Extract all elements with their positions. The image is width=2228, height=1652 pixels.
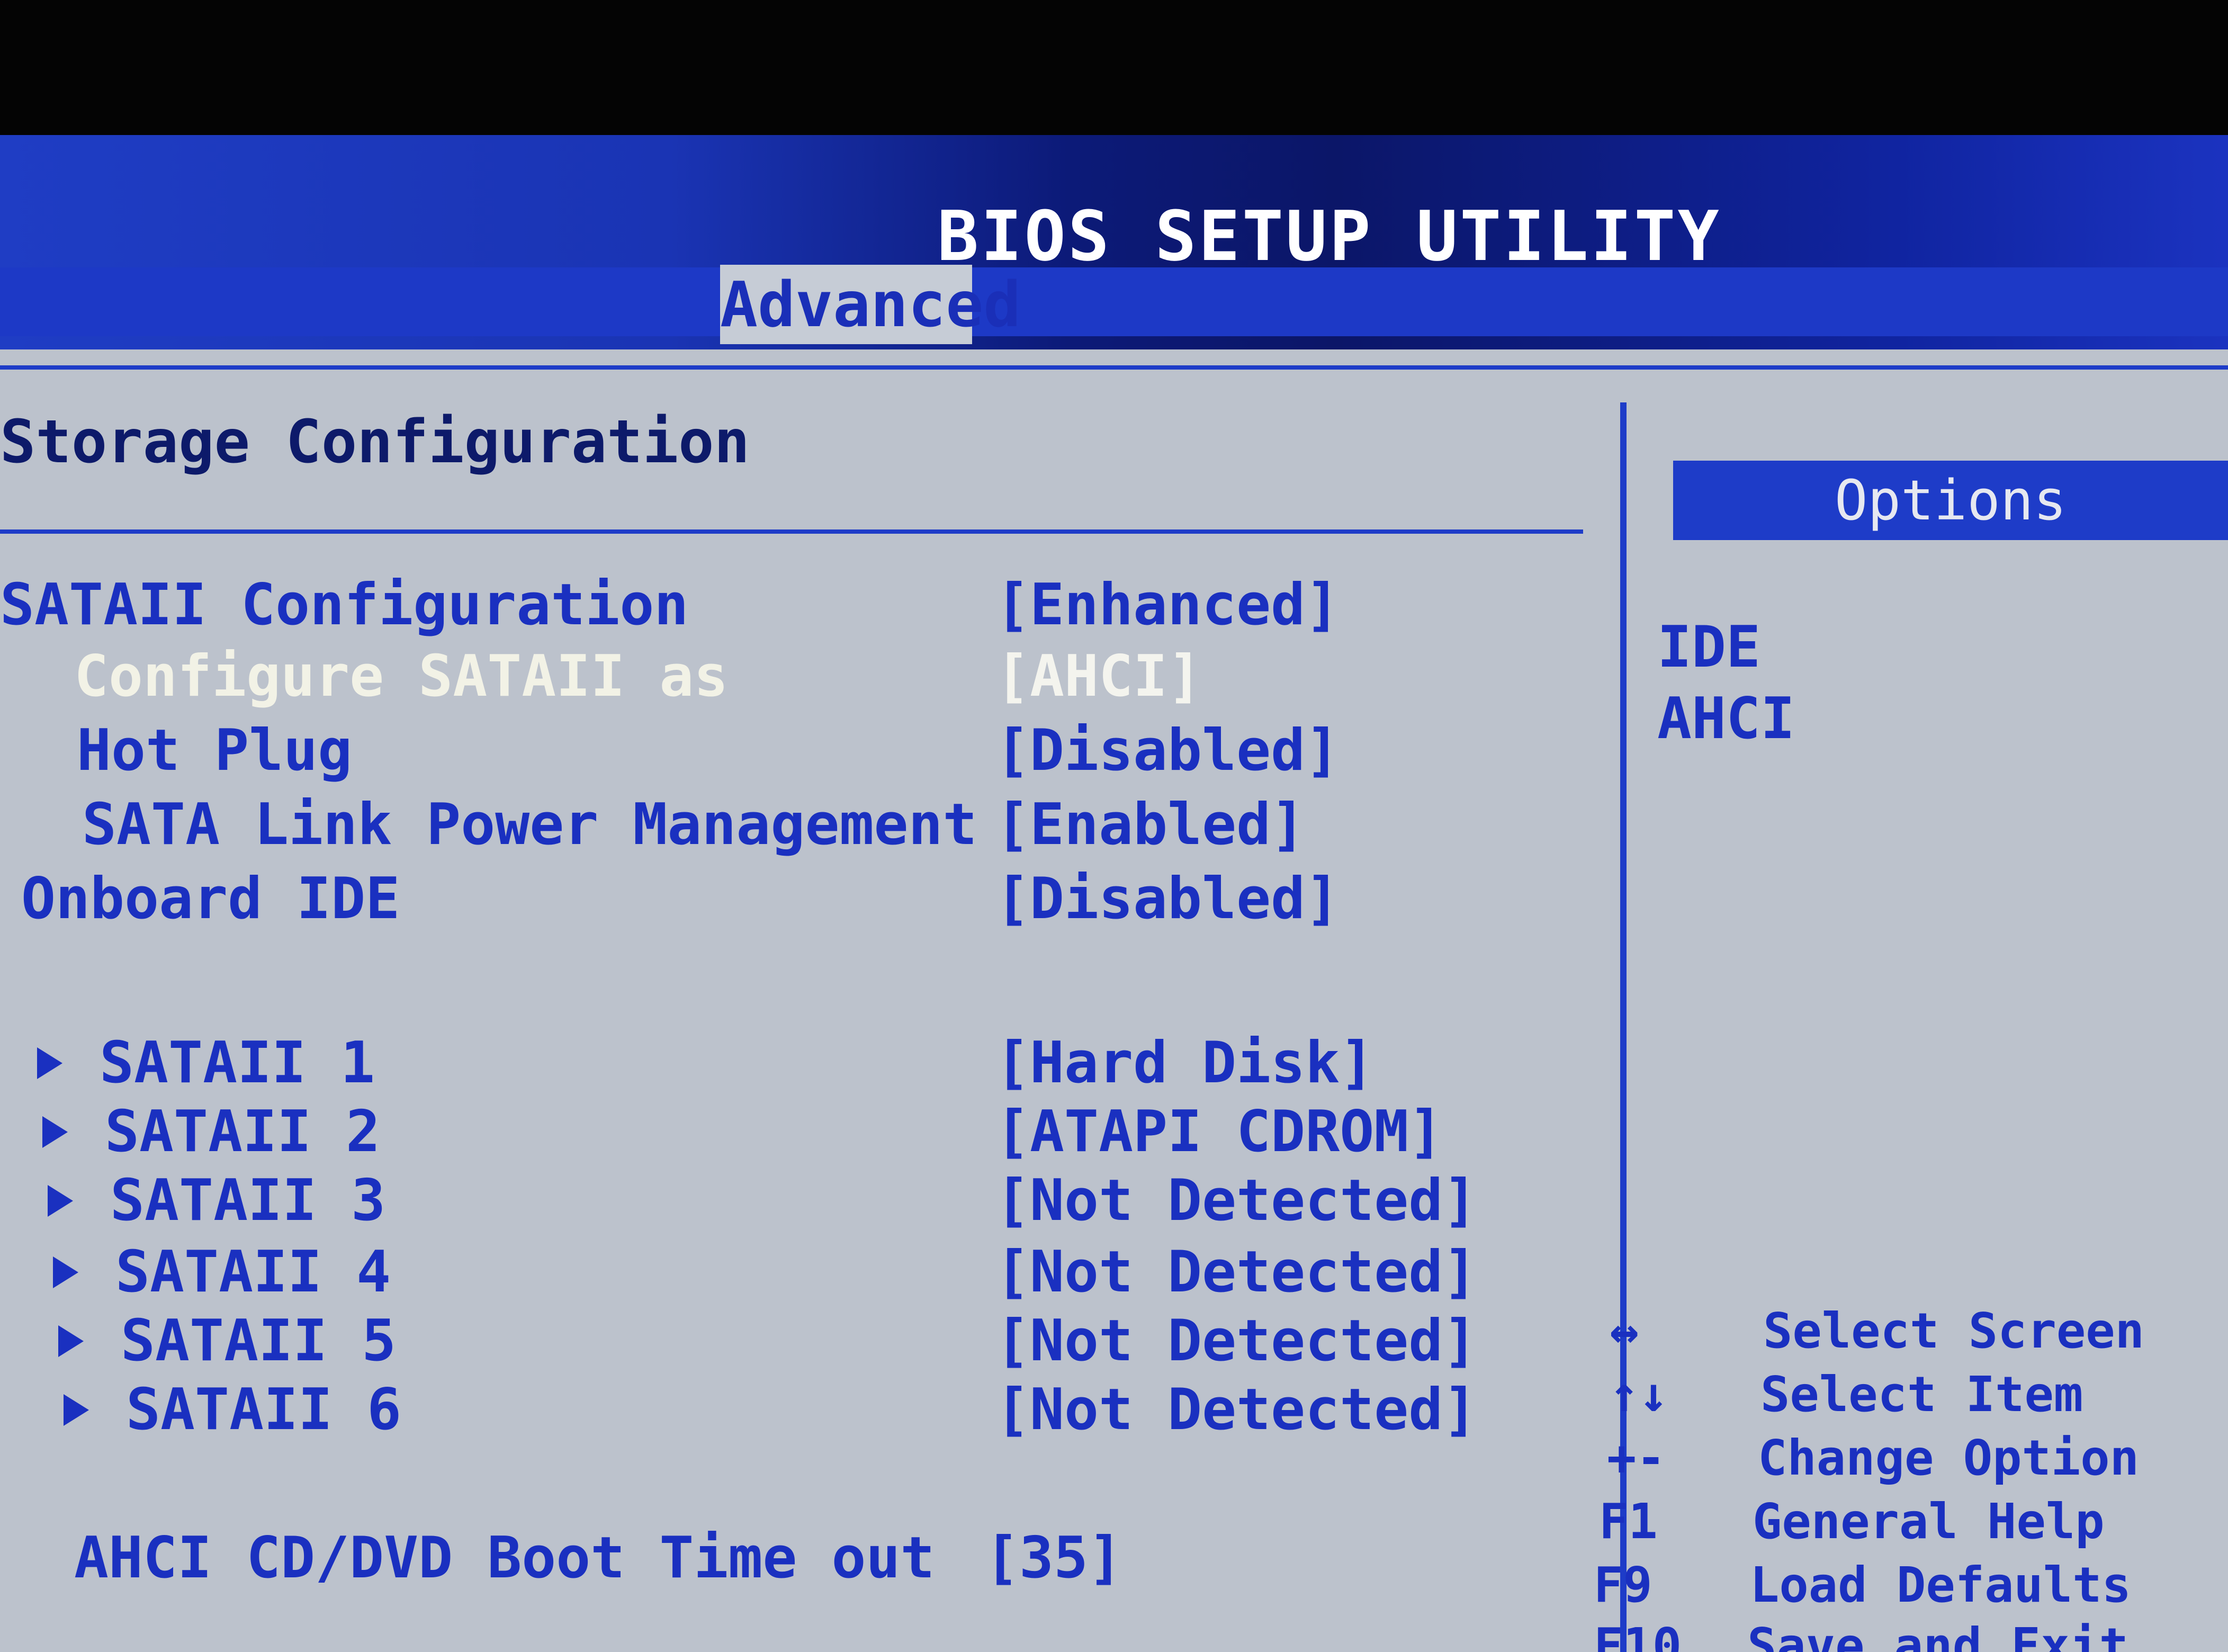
submenu-arrow-icon: [58, 1325, 84, 1358]
submenu-arrow-icon: [53, 1256, 78, 1289]
port-status: [Not Detected]: [995, 1308, 1478, 1374]
help-row-select-item: ↑↓ Select Item: [1594, 1366, 2228, 1430]
help-row-select-screen: ↔ Select Screen: [1594, 1303, 2228, 1366]
port-status: [Not Detected]: [995, 1168, 1478, 1234]
bios-screen: BIOS SETUP UTILITY Advanced Storage Conf…: [0, 0, 2228, 1652]
submenu-row-sataii-6[interactable]: SATAII 6 [Not Detected]: [0, 1377, 1588, 1446]
submenu-label: SATAII 5: [121, 1308, 397, 1374]
submenu-entry: SATAII 3: [48, 1168, 385, 1234]
submenu-row-sataii-5[interactable]: SATAII 5 [Not Detected]: [0, 1308, 1588, 1377]
help-row-save-and-exit: F10 Save and Exit: [1594, 1618, 2228, 1652]
title-rule: [0, 529, 1583, 534]
help-key: F1: [1599, 1493, 1658, 1550]
setting-value[interactable]: [Enabled]: [995, 792, 1305, 858]
port-status: [ATAPI CDROM]: [995, 1099, 1443, 1165]
help-key: F9: [1594, 1557, 1652, 1613]
plus-minus-icon: +-: [1607, 1430, 1666, 1486]
setting-row-hot-plug[interactable]: Hot Plug [Disabled]: [0, 717, 1588, 786]
submenu-arrow-icon: [42, 1116, 68, 1148]
help-text: Select Item: [1760, 1366, 2083, 1423]
setting-value[interactable]: [Disabled]: [995, 717, 1340, 784]
arrows-left-right-icon: ↔: [1610, 1303, 1639, 1359]
submenu-entry: SATAII 4: [53, 1239, 391, 1305]
option-item-ahci[interactable]: AHCI: [1657, 686, 1795, 752]
setting-value[interactable]: [35]: [985, 1525, 1122, 1591]
setting-row-sataii-configuration[interactable]: SATAII Configuration [Enhanced]: [0, 572, 1588, 641]
option-item-ide[interactable]: IDE: [1657, 614, 1760, 680]
submenu-row-sataii-3[interactable]: SATAII 3 [Not Detected]: [0, 1168, 1588, 1236]
help-text: General Help: [1753, 1493, 2105, 1550]
submenu-label: SATAII 1: [100, 1030, 375, 1096]
setting-label: Onboard IDE: [21, 866, 400, 932]
help-key: F10: [1594, 1618, 1682, 1652]
port-status: [Hard Disk]: [995, 1030, 1374, 1096]
tab-advanced[interactable]: Advanced: [720, 265, 1021, 344]
setting-label: AHCI CD/DVD Boot Time out: [74, 1525, 935, 1591]
setting-row-ahci-boot-timeout[interactable]: AHCI CD/DVD Boot Time out [35]: [0, 1525, 1588, 1594]
submenu-entry: SATAII 5: [58, 1308, 396, 1374]
submenu-entry: SATAII 1: [37, 1030, 375, 1096]
arrows-up-down-icon: ↑↓: [1610, 1366, 1668, 1423]
setting-label: SATAII Configuration: [0, 572, 689, 638]
help-row-load-defaults: F9 Load Defaults: [1594, 1557, 2228, 1620]
page-title: Storage Configuration: [0, 408, 750, 477]
help-row-change-option: +- Change Option: [1594, 1430, 2228, 1493]
setting-label: SATA Link Power Management: [82, 792, 977, 858]
setting-label: Hot Plug: [77, 717, 353, 784]
tab-bar: [0, 267, 2228, 336]
submenu-entry: SATAII 6: [64, 1377, 401, 1443]
help-text: Select Screen: [1763, 1303, 2145, 1359]
submenu-row-sataii-4[interactable]: SATAII 4 [Not Detected]: [0, 1239, 1588, 1308]
submenu-label: SATAII 2: [105, 1099, 381, 1165]
setting-row-onboard-ide[interactable]: Onboard IDE [Disabled]: [0, 866, 1588, 935]
setting-label: Configure SATAII as: [74, 643, 729, 710]
port-status: [Not Detected]: [995, 1377, 1478, 1443]
submenu-arrow-icon: [48, 1185, 73, 1217]
help-row-general-help: F1 General Help: [1594, 1493, 2228, 1557]
submenu-entry: SATAII 2: [42, 1099, 380, 1165]
submenu-label: SATAII 6: [126, 1377, 402, 1443]
port-status: [Not Detected]: [995, 1239, 1478, 1305]
setting-value[interactable]: [Enhanced]: [995, 572, 1340, 638]
panel-top-rule: [0, 365, 2228, 370]
submenu-label: SATAII 4: [115, 1239, 391, 1305]
help-text: Load Defaults: [1750, 1557, 2132, 1613]
bios-title: BIOS SETUP UTILITY: [937, 196, 1721, 276]
setting-value[interactable]: [Disabled]: [995, 866, 1340, 932]
setting-row-configure-sataii-as[interactable]: Configure SATAII as [AHCI]: [0, 643, 1588, 712]
submenu-arrow-icon: [64, 1394, 89, 1426]
help-text: Change Option: [1758, 1430, 2140, 1486]
setting-value[interactable]: [AHCI]: [995, 643, 1202, 710]
setting-row-sata-link-power-management[interactable]: SATA Link Power Management [Enabled]: [0, 792, 1588, 860]
options-header: Options: [1673, 461, 2228, 540]
submenu-label: SATAII 3: [110, 1168, 386, 1234]
submenu-row-sataii-2[interactable]: SATAII 2 [ATAPI CDROM]: [0, 1099, 1588, 1168]
submenu-row-sataii-1[interactable]: SATAII 1 [Hard Disk]: [0, 1030, 1588, 1099]
submenu-arrow-icon: [37, 1047, 62, 1080]
help-text: Save and Exit: [1747, 1618, 2129, 1652]
